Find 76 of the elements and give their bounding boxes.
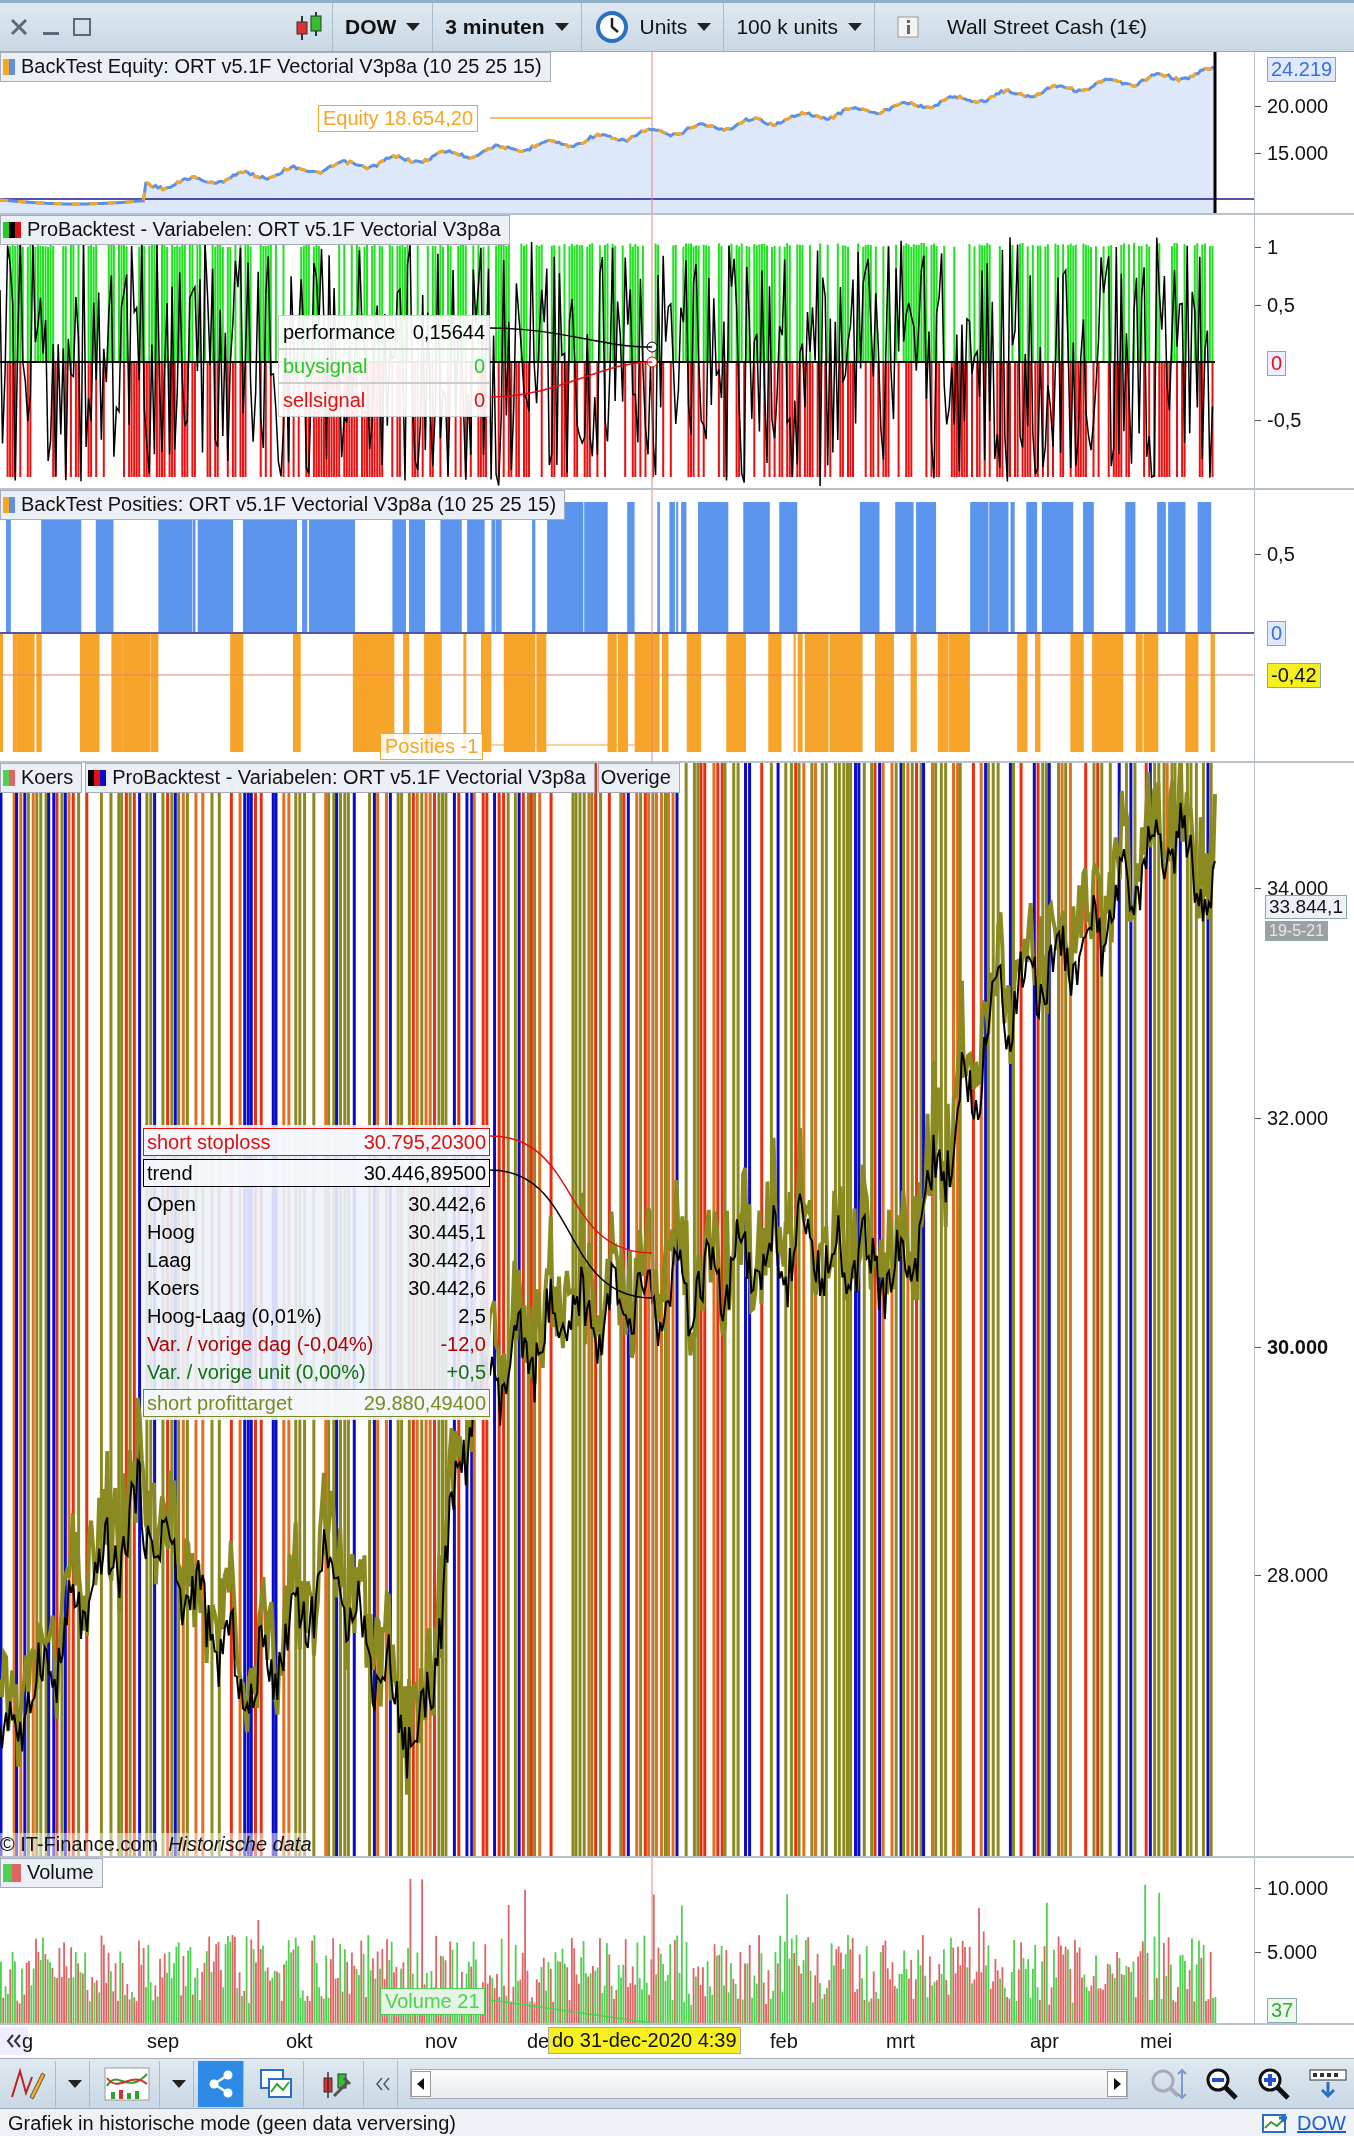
caret-icon bbox=[406, 23, 421, 31]
maximize-icon[interactable] bbox=[72, 16, 92, 38]
cursor-point bbox=[646, 341, 658, 353]
cursor-value-label: Equity 18.654,20 bbox=[318, 105, 479, 132]
cursor-point bbox=[646, 356, 658, 368]
legend-title: BackTest Equity: ORT v5.1F Vectorial V3p8a (10 25 25 15) bbox=[21, 55, 542, 78]
cursor-value-label: Volume 21 bbox=[380, 1988, 485, 2015]
legend-swatch-icon bbox=[88, 769, 107, 786]
tooltip-row-text: Hoog 30.445,1 bbox=[146, 1220, 487, 1245]
status-message: Grafiek in historische mode (geen data verversing) bbox=[8, 2111, 456, 2135]
last-date-badge: 19-5-21 bbox=[1265, 921, 1329, 941]
month-label: feb bbox=[770, 2030, 798, 2053]
tooltip-row-text: Var. / vorige unit (0,00%) +0,5 bbox=[146, 1360, 487, 1385]
close-icon[interactable] bbox=[8, 16, 30, 38]
caret-icon bbox=[847, 23, 862, 31]
month-label: okt bbox=[286, 2030, 313, 2053]
tooltip-row-text: Laag 30.442,6 bbox=[146, 1248, 487, 1273]
legend-title: Koers bbox=[21, 766, 74, 789]
caret-icon bbox=[554, 23, 569, 31]
last-price-badge: 33.844,1 bbox=[1265, 895, 1347, 919]
instrument-link[interactable]: DOW bbox=[1297, 2111, 1346, 2135]
last-value-badge: -0,42 bbox=[1267, 663, 1321, 688]
legend-swatch-icon bbox=[3, 769, 15, 786]
legend-title: BackTest Posities: ORT v5.1F Vectorial V3p8a (10 25 25 15) bbox=[21, 493, 557, 516]
month-label: mei bbox=[1140, 2030, 1173, 2053]
last-volume-badge: 37 bbox=[1267, 1998, 1298, 2023]
timeframe-dropdown[interactable]: 3 minuten bbox=[432, 3, 581, 51]
copyright-text: © IT-Finance.com bbox=[0, 1833, 159, 1856]
tooltip-row: performance 0,15644 bbox=[278, 315, 490, 349]
month-label: g bbox=[22, 2030, 34, 2053]
data-mode-text: Historische data bbox=[168, 1833, 312, 1856]
product-name: Wall Street Cash (1€) bbox=[946, 15, 1147, 39]
chart-windows-icon bbox=[258, 2067, 293, 2100]
tooltip-row: buysignal 0 bbox=[278, 349, 490, 383]
info-icon[interactable] bbox=[896, 16, 919, 38]
scroll-left-icon[interactable] bbox=[411, 2070, 431, 2097]
month-label: mrt bbox=[886, 2030, 915, 2053]
double-chevron-icon bbox=[374, 2076, 391, 2091]
legend-title: ProBacktest - Variabelen: ORT v5.1F Vectorial V3p8a bbox=[112, 766, 586, 789]
scrollbar[interactable] bbox=[410, 2068, 1128, 2099]
legend-title: Volume bbox=[27, 1861, 94, 1884]
caret-icon bbox=[171, 2079, 186, 2088]
indicator-chart-icon bbox=[102, 2065, 151, 2102]
month-label: de bbox=[527, 2030, 550, 2053]
tooltip-row-text: Hoog-Laag (0,01%) 2,5 bbox=[146, 1304, 487, 1329]
double-chevron-icon bbox=[6, 2034, 22, 2048]
month-label: apr bbox=[1030, 2030, 1059, 2053]
last-value-badge: 0 bbox=[1267, 351, 1287, 376]
legend-title: Overige bbox=[600, 766, 671, 789]
last-value-badge: 24.219 bbox=[1267, 57, 1337, 82]
tooltip-row: short profittarget 29.880,49400 bbox=[143, 1389, 490, 1417]
legend-swatch-icon bbox=[3, 221, 21, 238]
tooltip-row: sellsignal 0 bbox=[278, 383, 490, 417]
share-button[interactable] bbox=[198, 2060, 244, 2107]
instrument-dropdown[interactable]: DOW bbox=[332, 3, 433, 51]
clock-icon bbox=[593, 9, 630, 45]
tooltip-row: short stoploss 30.795,20300 bbox=[143, 1128, 490, 1156]
legend-swatch-icon bbox=[3, 1863, 21, 1882]
caret-icon bbox=[697, 23, 712, 31]
month-label: nov bbox=[425, 2030, 458, 2053]
legend-swatch-icon bbox=[3, 58, 15, 75]
tooltip-row-text: Koers 30.442,6 bbox=[146, 1276, 487, 1301]
tooltip-row-text: Open 30.442,6 bbox=[146, 1192, 487, 1217]
legend-title: ProBacktest - Variabelen: ORT v5.1F Vectorial V3p8a bbox=[27, 218, 501, 241]
cursor-date-label: do 31-dec-2020 4:39 bbox=[548, 2027, 741, 2054]
scroll-right-icon[interactable] bbox=[1107, 2070, 1127, 2097]
mode-dropdown[interactable]: Units bbox=[580, 3, 724, 51]
tooltip-row: trend 30.446,89500 bbox=[143, 1159, 490, 1187]
zero-value-badge: 0 bbox=[1267, 621, 1287, 646]
pencil-chart-icon bbox=[9, 2066, 46, 2101]
tooltip-row-text: Var. / vorige dag (-0,04%) -12,0 bbox=[146, 1332, 487, 1357]
size-dropdown[interactable]: 100 k units bbox=[723, 3, 874, 51]
month-label: sep bbox=[147, 2030, 180, 2053]
legend-swatch-icon bbox=[3, 496, 15, 513]
caret-icon bbox=[67, 2079, 82, 2088]
cursor-value-label: Posities -1 bbox=[380, 733, 484, 760]
